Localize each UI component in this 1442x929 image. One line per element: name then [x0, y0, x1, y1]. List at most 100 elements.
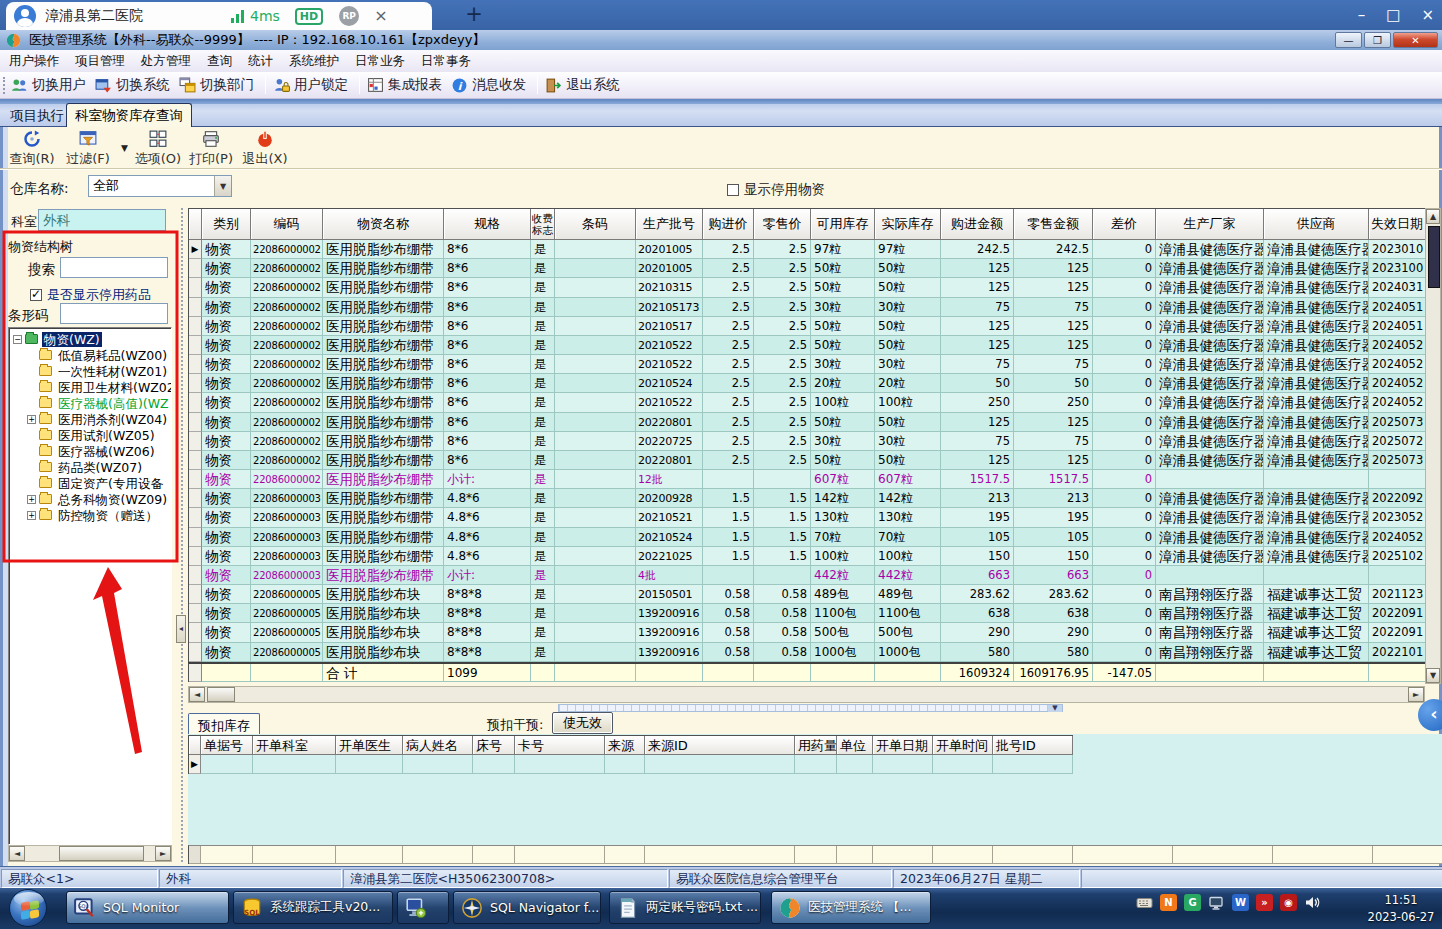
hold-stock-tab[interactable]: 预扣库存	[188, 713, 260, 735]
keyboard-icon[interactable]	[1136, 894, 1153, 911]
col-header-13[interactable]: 差价	[1093, 209, 1156, 240]
col-header-1[interactable]: 编码	[251, 209, 323, 240]
table-row[interactable]: 物资22086000003医用脱脂纱布绷带4.8*6是202210251.51.…	[188, 547, 1425, 566]
hold-col-header-10[interactable]: 开单日期	[873, 736, 933, 755]
hold-col-header-12[interactable]: 批号ID	[993, 736, 1073, 755]
menu-item-6[interactable]: 日常业务	[351, 53, 409, 70]
hold-col-header-2[interactable]: 开单医生	[336, 736, 403, 755]
table-row[interactable]: 物资22086000002医用脱脂纱布绷带8*6是202105222.52.53…	[188, 355, 1425, 374]
tab-dept-inventory-query[interactable]: 科室物资库存查询	[66, 103, 192, 127]
table-row[interactable]: 物资22086000002医用脱脂纱布绷带8*6是202208012.52.55…	[188, 451, 1425, 470]
menu-item-7[interactable]: 日常事务	[417, 53, 475, 70]
menu-item-4[interactable]: 统计	[244, 53, 277, 70]
col-header-8[interactable]: 零售价	[754, 209, 811, 240]
sidebar-expand-button[interactable]: ‹	[1418, 699, 1442, 731]
toolbar-button-5[interactable]: i消息收发	[451, 76, 526, 94]
qtoolbar-P[interactable]: 打印(P)	[186, 130, 236, 168]
hold-col-header-7[interactable]: 来源ID	[645, 736, 795, 755]
table-row[interactable]: 物资22086000003医用脱脂纱布绷带4.8*6是202105211.51.…	[188, 508, 1425, 527]
qtoolbar-F[interactable]: 过滤(F)	[63, 130, 113, 168]
col-header-14[interactable]: 生产厂家	[1156, 209, 1264, 240]
tree-item-6[interactable]: 医用试剂(WZ05)	[9, 427, 171, 443]
rp-badge[interactable]: RP	[339, 6, 359, 26]
start-button[interactable]	[9, 889, 47, 927]
splitter-collapse-icon[interactable]: ◂	[176, 615, 186, 643]
taskbar-button-app[interactable]	[397, 891, 449, 924]
menu-item-5[interactable]: 系统维护	[285, 53, 343, 70]
table-row[interactable]: 物资22086000003医用脱脂纱布绷带小计:是4批442粒442粒66366…	[188, 566, 1425, 585]
dept-input[interactable]: 外科	[38, 209, 166, 231]
tray-green-icon[interactable]: G	[1184, 894, 1201, 911]
col-header-3[interactable]: 规格	[444, 209, 531, 240]
volume-icon[interactable]	[1304, 894, 1321, 911]
hold-col-header-4[interactable]: 床号	[473, 736, 515, 755]
tab-project-exec[interactable]: 项目执行	[10, 107, 64, 125]
qtoolbar-X[interactable]: 退出(X)	[240, 130, 290, 168]
tray-record-icon[interactable]: ◉	[1280, 894, 1297, 911]
menu-item-3[interactable]: 查询	[203, 53, 236, 70]
table-row[interactable]: 物资22086000002医用脱脂纱布绷带小计:是12批607粒607粒1517…	[188, 470, 1425, 489]
scroll-right-icon[interactable]: ►	[155, 846, 171, 861]
table-row[interactable]: 物资22086000005医用脱脂纱布块8*8*8是1392009160.580…	[188, 623, 1425, 642]
hold-col-header-1[interactable]: 开单科室	[253, 736, 336, 755]
taskbar-button-SQL Monitor[interactable]: SQLSQL Monitor	[66, 891, 229, 924]
hold-col-header-6[interactable]: 来源	[605, 736, 645, 755]
toolbar-button-2[interactable]: 切换部门	[179, 76, 254, 94]
table-row[interactable]: 物资22086000002医用脱脂纱布绷带8*6是202105222.52.51…	[188, 393, 1425, 412]
browser-close-button[interactable]: ×	[1421, 8, 1434, 23]
tree-item-2[interactable]: 一次性耗材(WZ01)	[9, 363, 171, 379]
menu-item-0[interactable]: 用户操作	[5, 53, 63, 70]
dotbar-arrow-icon[interactable]: ▼	[1048, 705, 1062, 712]
combo-dropdown-icon[interactable]: ▼	[214, 176, 231, 196]
window-restore-button[interactable]: ❐	[1364, 32, 1391, 48]
tree-item-4[interactable]: 医疗器械(高值)(WZ	[9, 395, 171, 411]
col-header-9[interactable]: 可用库存	[811, 209, 875, 240]
tray-red-icon[interactable]: »	[1256, 894, 1273, 911]
tray-blue-icon[interactable]: W	[1232, 894, 1249, 911]
barcode-input[interactable]	[60, 303, 168, 324]
toolbar-button-1[interactable]: 切换系统	[95, 76, 170, 94]
qtoolbar-R[interactable]: 查询(R)	[7, 130, 57, 168]
table-row[interactable]: 物资22086000003医用脱脂纱布绷带4.8*6是202105241.51.…	[188, 528, 1425, 547]
grid-vscrollbar[interactable]: ▲ ▼	[1425, 208, 1441, 684]
qtoolbar-O[interactable]: 选项(O)	[133, 130, 183, 168]
tray-monitor-icon[interactable]	[1208, 894, 1225, 911]
hold-col-header-0[interactable]: 单据号	[201, 736, 253, 755]
panel-splitter[interactable]: ◂	[176, 208, 188, 862]
table-row[interactable]: 物资22086000002医用脱脂纱布绷带8*6是202207252.52.53…	[188, 432, 1425, 451]
tree-item-0[interactable]: −物资(WZ)	[9, 331, 171, 347]
tray-orange-icon[interactable]: N	[1160, 894, 1177, 911]
search-input[interactable]	[60, 257, 168, 278]
hold-col-header-5[interactable]: 卡号	[515, 736, 605, 755]
toolbar-button-4[interactable]: 集成报表	[367, 76, 442, 94]
grid-hscrollbar[interactable]: ◄ ►	[188, 686, 1425, 703]
filter-dropdown-arrow[interactable]: ▼	[116, 140, 133, 156]
invalidate-button[interactable]: 使无效	[552, 712, 613, 734]
hold-col-header-11[interactable]: 开单时间	[933, 736, 993, 755]
window-minimize-button[interactable]: —	[1335, 32, 1362, 48]
col-header-16[interactable]: 失效日期	[1369, 209, 1426, 240]
col-header-15[interactable]: 供应商	[1264, 209, 1369, 240]
col-header-6[interactable]: 生产批号	[636, 209, 703, 240]
show-disabled-checkbox[interactable]	[727, 184, 739, 196]
col-header-12[interactable]: 零售金额	[1014, 209, 1093, 240]
tree-item-9[interactable]: 固定资产(专用设备	[9, 475, 171, 491]
table-row[interactable]: 物资22086000002医用脱脂纱布绷带8*6是202105172.52.55…	[188, 317, 1425, 336]
toolbar-button-3[interactable]: 用户锁定	[273, 76, 348, 94]
col-header-2[interactable]: 物资名称	[323, 209, 444, 240]
hd-badge[interactable]: HD	[295, 8, 323, 25]
tab-close-icon[interactable]: ×	[374, 8, 387, 24]
col-header-4[interactable]: 收费标志	[531, 209, 555, 240]
table-row[interactable]: 物资22086000003医用脱脂纱布绷带4.8*6是202009281.51.…	[188, 489, 1425, 508]
table-row[interactable]: ▶物资22086000002医用脱脂纱布绷带8*6是202010052.52.5…	[188, 240, 1425, 259]
table-row[interactable]: 物资22086000002医用脱脂纱布绷带8*6是202010052.52.55…	[188, 259, 1425, 278]
tree-item-11[interactable]: +防控物资（赠送）	[9, 507, 171, 523]
table-row[interactable]: 物资22086000005医用脱脂纱布块8*8*8是1392009160.580…	[188, 643, 1425, 662]
taskbar-button-医技管理系统 【...[interactable]: 医技管理系统 【...	[771, 891, 931, 924]
col-header-10[interactable]: 实际库存	[875, 209, 941, 240]
tree-item-8[interactable]: 药品类(WZ07)	[9, 459, 171, 475]
col-header-0[interactable]: 类别	[202, 209, 251, 240]
tree-item-5[interactable]: +医用消杀剂(WZ04)	[9, 411, 171, 427]
menu-item-2[interactable]: 处方管理	[137, 53, 195, 70]
tree-item-3[interactable]: 医用卫生材料(WZ02	[9, 379, 171, 395]
